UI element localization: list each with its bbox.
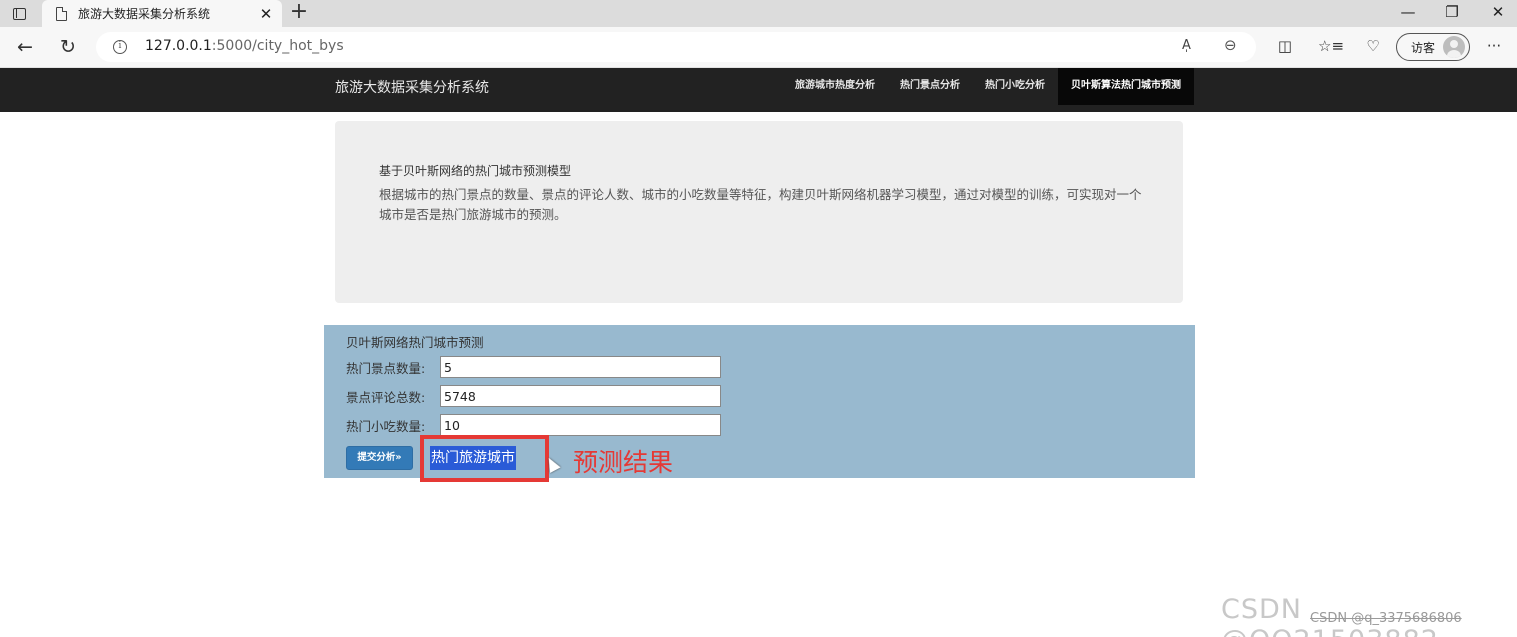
site-brand[interactable]: 旅游大数据采集分析系统 xyxy=(335,77,489,97)
favorites-icon[interactable]: ☆≡ xyxy=(1318,37,1344,55)
nav-hot-spots[interactable]: 热门景点分析 xyxy=(891,68,969,105)
page-icon xyxy=(56,6,67,21)
url-host: 127.0.0.1 xyxy=(145,38,212,54)
zoom-icon[interactable]: ⊖ xyxy=(1224,36,1237,54)
browser-essentials-icon[interactable]: ♡ xyxy=(1362,37,1384,55)
url-path: :5000/city_hot_bys xyxy=(211,38,344,54)
nav-hot-snacks[interactable]: 热门小吃分析 xyxy=(976,68,1054,105)
intro-description: 根据城市的热门景点的数量、景点的评论人数、城市的小吃数量等特征，构建贝叶斯网络机… xyxy=(379,187,1142,222)
split-screen-icon[interactable]: ◫ xyxy=(1274,37,1296,55)
browser-tab[interactable]: 旅游大数据采集分析系统 ✕ xyxy=(42,0,282,27)
url-bar[interactable]: i 127.0.0.1:5000/city_hot_bys A̩ ⊖ xyxy=(96,32,1256,62)
site-info-icon[interactable]: i xyxy=(113,40,127,54)
site-navbar: 旅游大数据采集分析系统 旅游城市热度分析 热门景点分析 热门小吃分析 贝叶斯算法… xyxy=(0,68,1517,112)
url-text[interactable]: 127.0.0.1:5000/city_hot_bys xyxy=(145,38,344,54)
nav-bayes-predict[interactable]: 贝叶斯算法热门城市预测 xyxy=(1058,68,1194,105)
close-window-button[interactable]: ✕ xyxy=(1483,3,1513,21)
comments-total-input[interactable] xyxy=(440,385,721,407)
address-toolbar: ← ↻ i 127.0.0.1:5000/city_hot_bys A̩ ⊖ ◫… xyxy=(0,27,1517,68)
comments-total-label: 景点评论总数: xyxy=(346,389,426,405)
field-row-spots: 热门景点数量: xyxy=(346,356,721,378)
spots-count-label: 热门景点数量: xyxy=(346,360,426,376)
new-tab-button[interactable]: + xyxy=(288,1,310,25)
watermark-sub: CSDN @q_3375686806 xyxy=(1310,611,1462,626)
browser-tab-strip: 旅游大数据采集分析系统 ✕ + — ❐ ✕ xyxy=(0,0,1517,27)
refresh-button[interactable]: ↻ xyxy=(56,36,80,58)
intro-jumbotron: 基于贝叶斯网络的热门城市预测模型 根据城市的热门景点的数量、景点的评论人数、城市… xyxy=(335,121,1183,303)
profile-button[interactable]: 访客 xyxy=(1396,33,1470,61)
spots-count-input[interactable] xyxy=(440,356,721,378)
field-row-comments: 景点评论总数: xyxy=(346,385,721,407)
avatar-icon xyxy=(1443,36,1466,58)
nav-city-heat[interactable]: 旅游城市热度分析 xyxy=(786,68,884,105)
snacks-count-label: 热门小吃数量: xyxy=(346,418,426,434)
tab-close-icon[interactable]: ✕ xyxy=(254,5,278,23)
result-annotation: 预测结果 xyxy=(573,448,674,477)
tab-actions-icon[interactable] xyxy=(8,4,30,24)
tab-title: 旅游大数据采集分析系统 xyxy=(78,7,211,21)
predict-panel: 贝叶斯网络热门城市预测 热门景点数量: 景点评论总数: 热门小吃数量: 提交分析… xyxy=(324,325,1195,482)
submit-analysis-button[interactable]: 提交分析» xyxy=(346,446,413,470)
more-menu-icon[interactable]: ··· xyxy=(1483,37,1505,55)
field-row-snacks: 热门小吃数量: xyxy=(346,414,721,436)
profile-label: 访客 xyxy=(1411,40,1436,55)
predict-title: 贝叶斯网络热门城市预测 xyxy=(346,335,484,350)
minimize-button[interactable]: — xyxy=(1393,3,1423,21)
back-button[interactable]: ← xyxy=(13,36,37,58)
read-aloud-icon[interactable]: A̩ xyxy=(1182,38,1191,53)
prediction-result: 热门旅游城市 xyxy=(430,446,516,470)
intro-heading: 基于贝叶斯网络的热门城市预测模型 xyxy=(379,164,572,178)
snacks-count-input[interactable] xyxy=(440,414,721,436)
restore-button[interactable]: ❐ xyxy=(1437,3,1467,21)
